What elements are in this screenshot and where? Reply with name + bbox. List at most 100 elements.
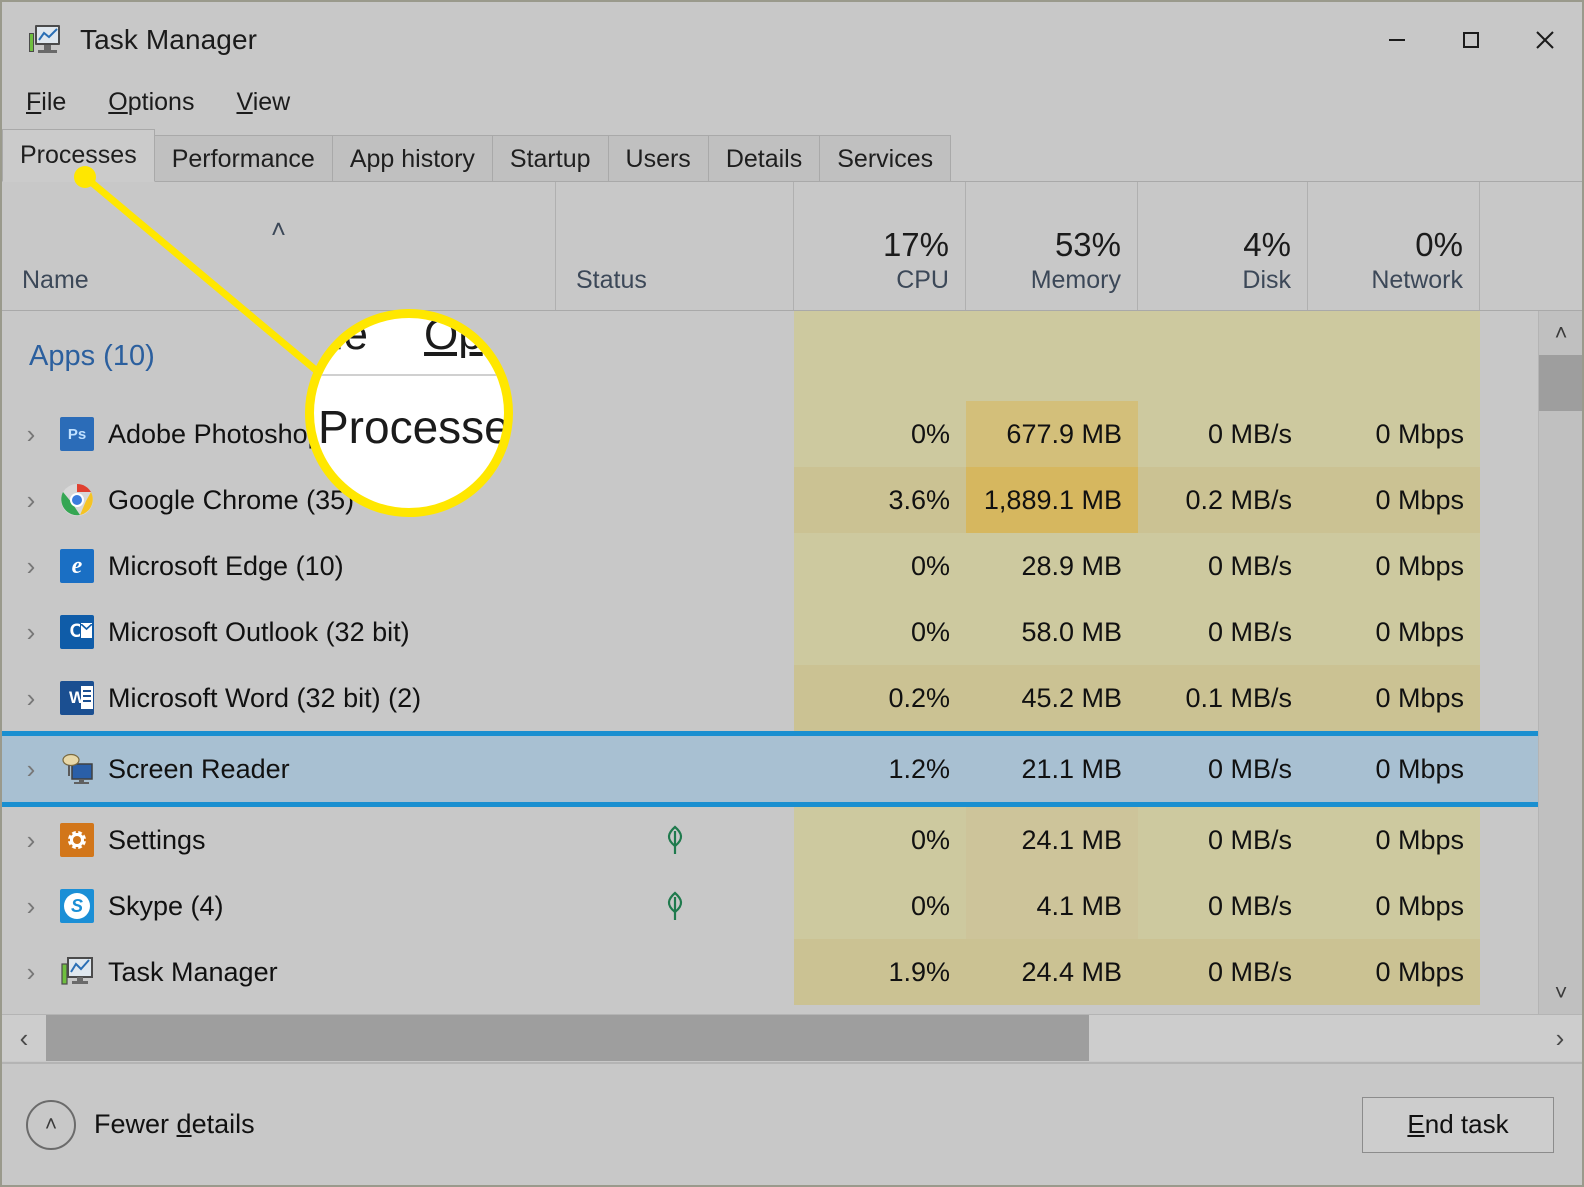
process-row[interactable]: › Google Chrome (35) 3.6% 1,889.1 MB 0.2 MB/… (2, 467, 1538, 533)
tab-performance[interactable]: Performance (153, 135, 333, 182)
column-header-filler (1480, 182, 1582, 310)
fewer-details-button[interactable]: ˄ Fewer details (26, 1099, 255, 1150)
process-row[interactable]: › Screen Reader 1.2% 21.1 MB 0 MB/s 0 Mbps (2, 731, 1538, 807)
process-status-cell (556, 939, 794, 1005)
window-title: Task Manager (80, 24, 258, 55)
vertical-scrollbar-thumb[interactable] (1539, 355, 1582, 411)
vertical-scrollbar[interactable]: ˄ ˅ (1538, 311, 1582, 1015)
process-disk-cell: 0 MB/s (1207, 753, 1292, 784)
expand-chevron-icon[interactable]: › (2, 825, 60, 856)
group-header-apps[interactable]: Apps (10) (2, 311, 1538, 401)
horizontal-scrollbar-track[interactable] (46, 1015, 1538, 1061)
process-network-cell: 0 Mbps (1308, 467, 1480, 533)
fewer-details-accel: d (176, 1109, 192, 1139)
process-cpu-cell: 0% (794, 401, 966, 467)
process-memory-cell: 1,889.1 MB (966, 467, 1138, 533)
edge-icon: e (60, 549, 94, 583)
process-name-label: Microsoft Edge (10) (108, 550, 344, 581)
title-bar: Task Manager (2, 2, 1582, 78)
process-row[interactable]: › e Microsoft Edge (10) 0% 28.9 MB 0 MB/s 0 Mb… (2, 533, 1538, 599)
column-header-memory-label: Memory (1030, 266, 1121, 294)
column-header-disk[interactable]: 4% Disk (1138, 182, 1308, 310)
column-header-disk-label: Disk (1242, 266, 1291, 294)
process-network-cell: 0 Mbps (1308, 873, 1480, 939)
menu-file[interactable]: File (22, 86, 70, 119)
process-row-filler (1480, 533, 1538, 599)
scroll-right-arrow-icon[interactable]: › (1538, 1015, 1582, 1061)
title-bar-left: Task Manager (2, 24, 1360, 56)
process-name-label: Microsoft Outlook (32 bit) (108, 616, 410, 647)
status-bar: ˄ Fewer details End task (2, 1062, 1582, 1185)
callout-file-fragment: ile (324, 310, 369, 359)
process-cpu-cell: 0.2% (794, 665, 966, 731)
process-status-cell (556, 599, 794, 665)
menu-options-accel: O (108, 88, 128, 116)
menu-view[interactable]: View (232, 86, 294, 119)
tab-processes[interactable]: Processes (2, 129, 155, 182)
tab-startup[interactable]: Startup (491, 135, 609, 182)
process-row[interactable]: › O Microsoft Outlook (32 bit) 0% 58.0 MB 0 M… (2, 599, 1538, 665)
process-cpu-cell: 0% (794, 873, 966, 939)
column-header-name[interactable]: ˄ Name (2, 182, 556, 310)
expand-chevron-icon[interactable]: › (2, 551, 60, 582)
process-name-cell[interactable]: › Task Manager (2, 939, 556, 1005)
callout-magnifier-content: ile Op Processes (314, 318, 504, 508)
expand-chevron-icon[interactable]: › (2, 754, 60, 785)
expand-chevron-icon[interactable]: › (2, 485, 60, 516)
process-name-cell[interactable]: › W Microsoft Word (32 bit) (2) (2, 665, 556, 731)
tab-app-history[interactable]: App history (331, 135, 493, 182)
expand-chevron-icon[interactable]: › (2, 419, 60, 450)
memory-total-percent: 53% (1054, 226, 1121, 263)
scroll-left-arrow-icon[interactable]: ‹ (2, 1015, 46, 1061)
process-memory-cell: 677.9 MB (966, 401, 1138, 467)
process-cpu-cell: 0% (794, 599, 966, 665)
task-manager-window: Task Manager File Options View Processes… (0, 0, 1584, 1187)
scroll-up-arrow-icon[interactable]: ˄ (1539, 311, 1582, 355)
menu-file-label: ile (41, 88, 67, 116)
tab-users[interactable]: Users (607, 135, 709, 182)
menu-options[interactable]: Options (104, 86, 198, 119)
horizontal-scrollbar-thumb[interactable] (46, 1015, 1089, 1061)
network-total-percent: 0% (1415, 226, 1463, 263)
column-header-cpu[interactable]: 17% CPU (794, 182, 966, 310)
word-icon: W (60, 681, 94, 715)
window-controls (1360, 2, 1582, 78)
expand-chevron-icon[interactable]: › (2, 683, 60, 714)
tab-details[interactable]: Details (707, 135, 821, 182)
process-row[interactable]: › Ps Adobe Photoshop 0% 677.9 MB 0 MB/s 0 Mbps (2, 401, 1538, 467)
process-name-cell[interactable]: › Screen Reader (2, 736, 556, 802)
cpu-total-percent: 17% (882, 226, 949, 263)
chrome-icon (60, 483, 94, 517)
scroll-down-arrow-icon[interactable]: ˅ (1539, 971, 1582, 1015)
callout-magnifier: ile Op Processes (305, 309, 513, 517)
expand-chevron-icon[interactable]: › (2, 891, 60, 922)
end-task-label: End task (1407, 1109, 1508, 1140)
column-header-memory[interactable]: 53% Memory (966, 182, 1138, 310)
process-row[interactable]: › S Skype (4) 0% 4.1 MB 0 MB/s 0 Mbps (2, 873, 1538, 939)
tab-services[interactable]: Services (819, 135, 952, 182)
process-cpu-cell: 0% (794, 533, 966, 599)
expand-chevron-icon[interactable]: › (2, 617, 60, 648)
process-status-cell (556, 873, 794, 939)
process-name-cell[interactable]: › S Skype (4) (2, 873, 556, 939)
expand-chevron-icon[interactable]: › (2, 957, 60, 988)
column-header-network[interactable]: 0% Network (1308, 182, 1480, 310)
column-header-status[interactable]: Status (556, 182, 794, 310)
minimize-button[interactable] (1360, 2, 1434, 78)
maximize-button[interactable] (1434, 2, 1508, 78)
process-memory-cell: 24.1 MB (966, 807, 1138, 873)
process-name-cell[interactable]: › Settings (2, 807, 556, 873)
process-row[interactable]: › W Microsoft Word (32 bit) (2) 0.2% 45.2 MB… (2, 665, 1538, 731)
process-name-cell[interactable]: › O Microsoft Outlook (32 bit) (2, 599, 556, 665)
end-task-button[interactable]: End task (1362, 1096, 1554, 1153)
process-name-cell[interactable]: › e Microsoft Edge (10) (2, 533, 556, 599)
process-row[interactable]: › Task Manager 1.9% 24.4 MB 0 MB/s 0 Mbps (2, 939, 1538, 1005)
process-row[interactable]: › Settings 0% 24.1 MB 0 MB/s 0 Mbps (2, 807, 1538, 873)
process-cpu-cell: 0% (794, 807, 966, 873)
close-button[interactable] (1508, 2, 1582, 78)
column-header-cpu-label: CPU (896, 266, 949, 294)
suspended-leaf-icon (662, 823, 688, 857)
end-task-post: nd task (1424, 1109, 1509, 1139)
column-headers: ˄ Name Status 17% CPU 53% Memory 4% Disk… (2, 182, 1582, 310)
horizontal-scrollbar[interactable]: ‹ › (2, 1014, 1582, 1061)
